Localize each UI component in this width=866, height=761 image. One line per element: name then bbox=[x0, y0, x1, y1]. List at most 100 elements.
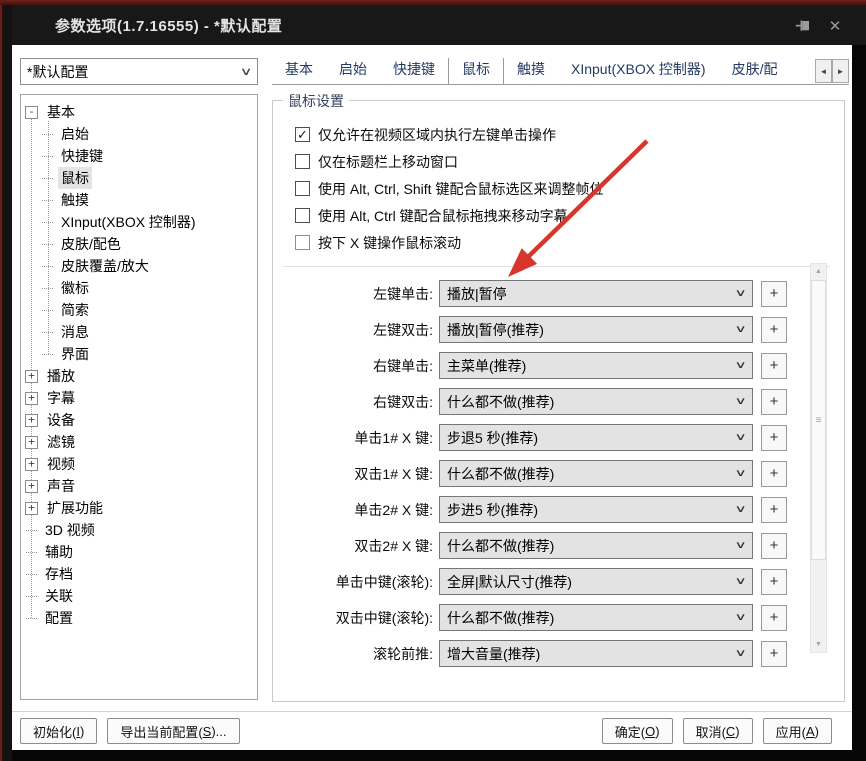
left-click-dropdown[interactable]: 播放|暂停 ∨ bbox=[439, 280, 753, 307]
close-icon[interactable]: ✕ bbox=[826, 17, 844, 35]
tree-item-skin[interactable]: 皮肤/配色 bbox=[21, 233, 257, 255]
tab-startup[interactable]: 启始 bbox=[326, 58, 380, 84]
vertical-scrollbar[interactable]: ▲ ≡ ▼ bbox=[810, 263, 827, 653]
expand-icon[interactable]: + bbox=[25, 391, 38, 405]
add-action-button[interactable]: + bbox=[761, 604, 787, 631]
checkbox[interactable]: ✓ bbox=[295, 235, 310, 250]
tree-item-startup[interactable]: 启始 bbox=[21, 123, 257, 145]
chevron-down-icon: ∨ bbox=[734, 288, 747, 299]
tree-item-extensions[interactable]: + 扩展功能 bbox=[21, 497, 257, 519]
checkbox-x-key-scroll[interactable]: ✓ 按下 X 键操作鼠标滚动 bbox=[295, 229, 844, 256]
action-row-x2-doubleclick: 双击2# X 键: 什么都不做(推荐) ∨ + bbox=[273, 532, 844, 559]
expand-icon[interactable]: + bbox=[25, 457, 38, 471]
tree-item-messages[interactable]: 消息 bbox=[21, 321, 257, 343]
tree-item-video[interactable]: + 视频 bbox=[21, 453, 257, 475]
tree-item-filters[interactable]: + 滤镜 bbox=[21, 431, 257, 453]
scroll-down-icon[interactable]: ▼ bbox=[811, 637, 826, 652]
checkmark-icon: ✓ bbox=[297, 127, 308, 142]
tree-item-xinput[interactable]: XInput(XBOX 控制器) bbox=[21, 211, 257, 233]
window-left-border bbox=[0, 5, 12, 761]
tab-basic[interactable]: 基本 bbox=[272, 58, 326, 84]
add-action-button[interactable]: + bbox=[761, 388, 787, 415]
tree-item-mouse[interactable]: 鼠标 bbox=[21, 167, 257, 189]
add-action-button[interactable]: + bbox=[761, 640, 787, 667]
tree-item-misc[interactable]: 辅助 bbox=[21, 541, 257, 563]
checkbox-move-window-titlebar[interactable]: ✓ 仅在标题栏上移动窗口 bbox=[295, 148, 844, 175]
checkbox-alt-ctrl-drag-subtitle[interactable]: ✓ 使用 Alt, Ctrl 键配合鼠标拖拽来移动字幕 bbox=[295, 202, 844, 229]
tree-item-association[interactable]: 关联 bbox=[21, 585, 257, 607]
tree-item-index[interactable]: 简索 bbox=[21, 299, 257, 321]
add-action-button[interactable]: + bbox=[761, 280, 787, 307]
tree-item-skin-overlay[interactable]: 皮肤覆盖/放大 bbox=[21, 255, 257, 277]
expand-icon[interactable]: + bbox=[25, 369, 38, 383]
checkbox[interactable]: ✓ bbox=[295, 154, 310, 169]
tab-scroll-right-icon[interactable]: ► bbox=[832, 59, 849, 83]
pin-icon[interactable] bbox=[794, 17, 812, 35]
tab-scroll-left-icon[interactable]: ◄ bbox=[815, 59, 832, 83]
add-action-button[interactable]: + bbox=[761, 532, 787, 559]
tab-xinput[interactable]: XInput(XBOX 控制器) bbox=[558, 58, 719, 84]
tree-item-basic[interactable]: - 基本 bbox=[21, 101, 257, 123]
wheel-up-dropdown[interactable]: 增大音量(推荐) ∨ bbox=[439, 640, 753, 667]
divider bbox=[283, 266, 830, 267]
chevron-down-icon: ∨ bbox=[734, 576, 747, 587]
x2-click-dropdown[interactable]: 步进5 秒(推荐) ∨ bbox=[439, 496, 753, 523]
tree-item-devices[interactable]: + 设备 bbox=[21, 409, 257, 431]
middle-click-dropdown[interactable]: 全屏|默认尺寸(推荐) ∨ bbox=[439, 568, 753, 595]
expand-icon[interactable]: + bbox=[25, 413, 38, 427]
right-click-dropdown[interactable]: 主菜单(推荐) ∨ bbox=[439, 352, 753, 379]
add-action-button[interactable]: + bbox=[761, 424, 787, 451]
ok-button[interactable]: 确定(O) bbox=[601, 718, 673, 744]
tree-item-touch[interactable]: 触摸 bbox=[21, 189, 257, 211]
tree-item-playback[interactable]: + 播放 bbox=[21, 365, 257, 387]
chevron-down-icon: ∨ bbox=[734, 396, 747, 407]
expand-icon[interactable]: + bbox=[25, 479, 38, 493]
action-row-x2-click: 单击2# X 键: 步进5 秒(推荐) ∨ + bbox=[273, 496, 844, 523]
expand-icon[interactable]: + bbox=[25, 435, 38, 449]
x1-doubleclick-dropdown[interactable]: 什么都不做(推荐) ∨ bbox=[439, 460, 753, 487]
tab-touch[interactable]: 触摸 bbox=[504, 58, 558, 84]
titlebar[interactable]: 参数选项(1.7.16555) - *默认配置 ✕ bbox=[12, 5, 866, 45]
initialize-button[interactable]: 初始化(I) bbox=[20, 718, 98, 744]
tree-item-subtitles[interactable]: + 字幕 bbox=[21, 387, 257, 409]
x1-click-dropdown[interactable]: 步退5 秒(推荐) ∨ bbox=[439, 424, 753, 451]
tree-item-interface[interactable]: 界面 bbox=[21, 343, 257, 365]
export-config-button[interactable]: 导出当前配置(S)... bbox=[107, 718, 240, 744]
profile-select-value: *默认配置 bbox=[27, 63, 89, 80]
checkbox-left-click-video-area[interactable]: ✓ 仅允许在视频区域内执行左键单击操作 bbox=[295, 121, 844, 148]
apply-button[interactable]: 应用(A) bbox=[762, 718, 832, 744]
scrollbar-thumb[interactable]: ≡ bbox=[811, 280, 826, 560]
checkbox[interactable]: ✓ bbox=[295, 127, 310, 142]
add-action-button[interactable]: + bbox=[761, 316, 787, 343]
action-row-left-doubleclick: 左键双击: 播放|暂停(推荐) ∨ + bbox=[273, 316, 844, 343]
footer-bar: 初始化(I) 导出当前配置(S)... 确定(O) 取消(C) 应用(A) bbox=[12, 711, 852, 750]
tab-mouse[interactable]: 鼠标 bbox=[448, 58, 504, 84]
tree-item-storage[interactable]: 存档 bbox=[21, 563, 257, 585]
window-title: 参数选项(1.7.16555) - *默认配置 bbox=[55, 17, 283, 35]
tree-item-hotkeys[interactable]: 快捷键 bbox=[21, 145, 257, 167]
tab-hotkeys[interactable]: 快捷键 bbox=[380, 58, 448, 84]
checkbox[interactable]: ✓ bbox=[295, 181, 310, 196]
x2-doubleclick-dropdown[interactable]: 什么都不做(推荐) ∨ bbox=[439, 532, 753, 559]
add-action-button[interactable]: + bbox=[761, 352, 787, 379]
scroll-up-icon[interactable]: ▲ bbox=[811, 264, 826, 279]
tree-item-audio[interactable]: + 声音 bbox=[21, 475, 257, 497]
add-action-button[interactable]: + bbox=[761, 568, 787, 595]
action-row-middle-click: 单击中键(滚轮): 全屏|默认尺寸(推荐) ∨ + bbox=[273, 568, 844, 595]
checkbox-alt-ctrl-shift-frame[interactable]: ✓ 使用 Alt, Ctrl, Shift 键配合鼠标选区来调整帧位 bbox=[295, 175, 844, 202]
dialog-content: *默认配置 ∨ - 基本 启始 快捷键 鼠标 触摸 XInput(XBOX 控制器… bbox=[12, 45, 852, 750]
profile-select[interactable]: *默认配置 ∨ bbox=[20, 58, 258, 85]
middle-doubleclick-dropdown[interactable]: 什么都不做(推荐) ∨ bbox=[439, 604, 753, 631]
expand-icon[interactable]: + bbox=[25, 501, 38, 515]
right-doubleclick-dropdown[interactable]: 什么都不做(推荐) ∨ bbox=[439, 388, 753, 415]
add-action-button[interactable]: + bbox=[761, 460, 787, 487]
collapse-icon[interactable]: - bbox=[25, 105, 38, 119]
tree-item-logo[interactable]: 徽标 bbox=[21, 277, 257, 299]
checkbox[interactable]: ✓ bbox=[295, 208, 310, 223]
tree-item-3d-video[interactable]: 3D 视频 bbox=[21, 519, 257, 541]
left-doubleclick-dropdown[interactable]: 播放|暂停(推荐) ∨ bbox=[439, 316, 753, 343]
cancel-button[interactable]: 取消(C) bbox=[682, 718, 753, 744]
tab-skin[interactable]: 皮肤/配 bbox=[719, 58, 791, 84]
add-action-button[interactable]: + bbox=[761, 496, 787, 523]
tree-item-config[interactable]: 配置 bbox=[21, 607, 257, 629]
